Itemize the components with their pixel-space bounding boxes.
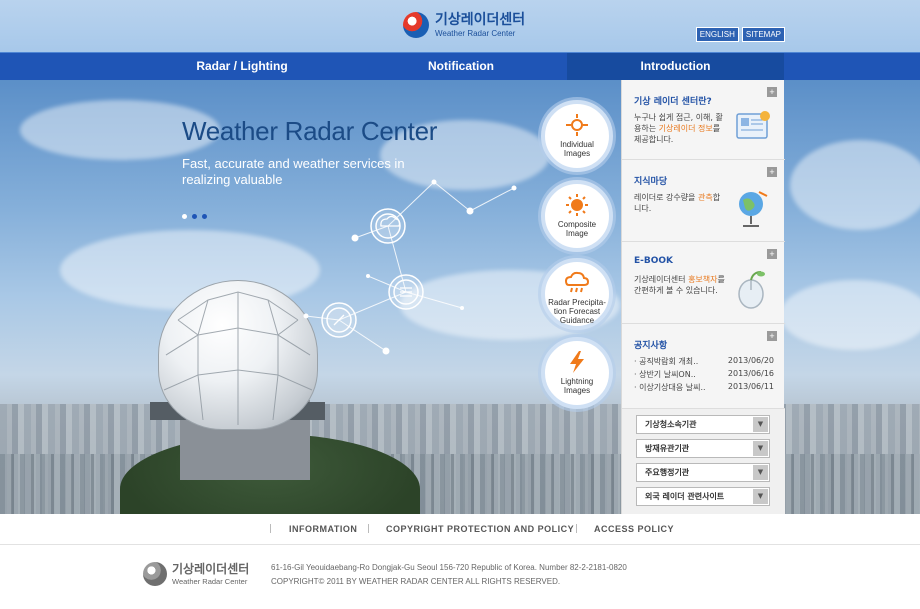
about-title[interactable]: 기상 레이더 센터란? [634,94,712,107]
right-panel: 기상 레이더 센터란? + 누구나 쉽게 접근, 이해, 활용하는 기상레이더 … [621,80,785,514]
ebook-more-button[interactable]: + [767,249,777,259]
sun-icon [566,194,588,216]
knowledge-title[interactable]: 지식마당 [634,174,667,187]
radar-precipitation-label: Radar Precipita- tion Forecast Guidance [548,298,606,325]
about-text: 누구나 쉽게 접근, 이해, 활용하는 기상레이더 정보를 제공합니다. [634,113,723,144]
knowledge-more-button[interactable]: + [767,167,777,177]
notice-title[interactable]: 공지사항 [634,338,667,351]
lightning-images-label: Lightning Images [560,377,594,395]
footer-logo-english: Weather Radar Center [172,576,248,586]
main-nav: Radar / Lighting Notification Introducti… [0,52,920,80]
notice-more-button[interactable]: + [767,331,777,341]
lightning-images-button[interactable]: Lightning Images [541,337,613,409]
divider [368,524,369,533]
notice-section: 공지사항 + · 공직박람회 개최.. 2013/06/20 · 상반기 날씨ON… [622,324,785,409]
nav-notification[interactable]: Notification [356,53,566,80]
logo-emblem-icon [403,12,429,38]
network-graphic [303,179,517,355]
cloud [780,280,920,350]
nav-introduction[interactable]: Introduction [567,53,784,80]
sitemap-link[interactable]: SITEMAP [741,27,785,42]
nav-radar-lighting[interactable]: Radar / Lighting [137,53,347,80]
header: 기상레이더센터 Weather Radar Center ENGLISH SIT… [0,0,920,52]
individual-images-label: Individual Images [560,140,594,158]
cloud [790,140,920,230]
chevron-down-icon: ▼ [753,465,768,480]
globe-icon [739,191,768,227]
top-links: ENGLISH SITEMAP [695,27,785,42]
chevron-down-icon: ▼ [753,441,768,456]
english-link[interactable]: ENGLISH [695,27,739,42]
logo-korean-text: 기상레이더센터 [435,11,526,28]
composite-image-label: Composite Image [557,220,597,238]
divider [576,524,577,533]
select-kma-affiliates[interactable]: 기상청소속기관 ▼ [636,415,770,434]
access-policy-link[interactable]: ACCESS POLICY [594,524,674,534]
mouse-icon [738,271,765,309]
about-more-button[interactable]: + [767,87,777,97]
divider [270,524,271,533]
radar-precipitation-forecast-button[interactable]: Radar Precipita- tion Forecast Guidance [541,258,613,330]
lightning-icon [570,351,584,373]
footer-logo-emblem-icon [143,562,167,586]
information-link[interactable]: INFORMATION [289,524,357,534]
sun-target-icon [566,114,588,136]
select-foreign-radar-sites[interactable]: 외국 레이더 관련사이트 ▼ [636,487,770,506]
chevron-down-icon: ▼ [753,417,768,432]
footer-address: 61-16-Gil Yeouidaebang-Ro Dongjak-Gu Seo… [271,563,627,572]
about-section: 기상 레이더 센터란? + 누구나 쉽게 접근, 이해, 활용하는 기상레이더 … [622,80,785,160]
knowledge-text: 레이더로 강수량을 관측합니다. [634,193,721,213]
footer-logo: 기상레이더센터 Weather Radar Center [143,562,249,586]
copyright-policy-link[interactable]: COPYRIGHT PROTECTION AND POLICY [386,524,574,534]
footer-links: INFORMATION COPYRIGHT PROTECTION AND POL… [0,514,920,545]
ebook-title[interactable]: E-BOOK [634,256,673,266]
document-chart-icon [736,111,770,139]
chevron-down-icon: ▼ [753,489,768,504]
select-disaster-agencies[interactable]: 방재유관기관 ▼ [636,439,770,458]
footer-logo-korean: 기상레이더센터 [172,561,250,576]
ebook-text: 기상레이더센터 홍보책자를 간편하게 볼 수 있습니다. [634,275,725,295]
notice-item[interactable]: · 공직박람회 개최.. 2013/06/20 [634,356,774,367]
select-admin-agencies[interactable]: 주요행정기관 ▼ [636,463,770,482]
related-sites: 기상청소속기관 ▼ 방재유관기관 ▼ 주요행정기관 ▼ 외국 레이더 관련사이트 ▼ [622,409,785,514]
knowledge-section: 지식마당 + 레이더로 강수량을 관측합니다. [622,160,785,242]
site-logo[interactable]: 기상레이더센터 Weather Radar Center [403,12,525,38]
footer: 기상레이더센터 Weather Radar Center 61-16-Gil Y… [0,546,920,609]
ebook-section: E-BOOK + 기상레이더센터 홍보책자를 간편하게 볼 수 있습니다. [622,242,785,324]
individual-images-button[interactable]: Individual Images [541,100,613,172]
composite-image-button[interactable]: Composite Image [541,180,613,252]
cloud-rain-icon [564,271,590,293]
footer-copyright: COPYRIGHT© 2011 BY WEATHER RADAR CENTER … [271,577,561,586]
logo-english-text: Weather Radar Center [435,28,516,38]
notice-item[interactable]: · 상반기 날씨ON.. 2013/06/16 [634,369,774,380]
notice-item[interactable]: · 이상기상대응 날씨.. 2013/06/11 [634,382,774,393]
